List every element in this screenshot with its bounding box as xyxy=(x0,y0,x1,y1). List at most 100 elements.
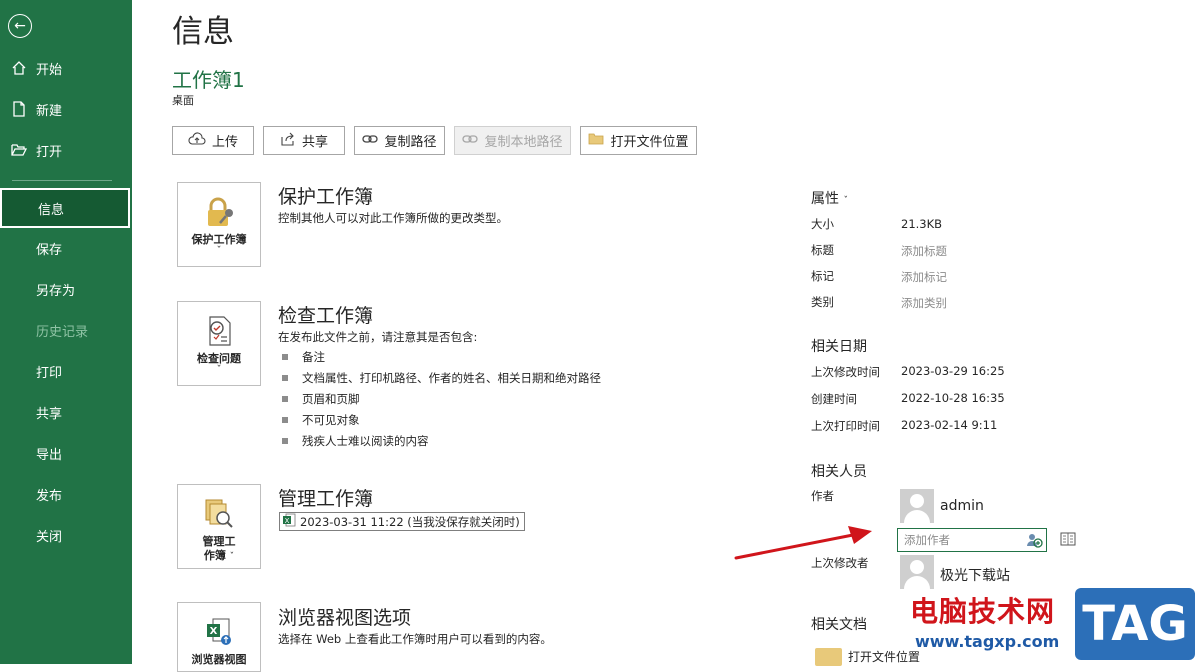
browser-description: 选择在 Web 上查看此工作簿时用户可以看到的内容。 xyxy=(278,632,552,646)
nav-history-label: 历史记录 xyxy=(36,324,89,340)
avatar xyxy=(900,489,934,523)
title-label: 标题 xyxy=(811,243,834,257)
open-file-location-label: 打开文件位置 xyxy=(610,135,689,150)
browser-view-tile[interactable]: X 浏览器视图 xyxy=(177,602,261,672)
nav-print-label: 打印 xyxy=(36,365,63,381)
copy-path-button[interactable]: 复制路径 xyxy=(354,126,445,155)
nav-home[interactable]: 开始 xyxy=(0,49,132,87)
upload-button[interactable]: 上传 xyxy=(172,126,254,155)
address-book-icon[interactable] xyxy=(1060,532,1076,546)
manage-heading: 管理工作簿 xyxy=(278,488,374,510)
workbook-name: 工作簿1 xyxy=(172,68,245,92)
back-arrow-icon[interactable]: ← xyxy=(8,14,32,38)
protect-heading: 保护工作簿 xyxy=(278,186,374,208)
people-picker-icon[interactable] xyxy=(1026,532,1043,549)
add-author-input[interactable]: 添加作者 xyxy=(897,528,1047,552)
folder-open-icon xyxy=(11,142,27,158)
browser-heading: 浏览器视图选项 xyxy=(278,607,412,629)
chevron-down-icon: ˇ xyxy=(216,246,222,256)
nav-home-label: 开始 xyxy=(36,62,63,78)
home-icon xyxy=(11,60,27,76)
nav-save-as-label: 另存为 xyxy=(36,283,76,299)
related-dates-heading: 相关日期 xyxy=(811,339,867,355)
related-people-heading: 相关人员 xyxy=(811,464,867,480)
related-docs-heading: 相关文档 xyxy=(811,617,867,633)
copy-local-path-label: 复制本地路径 xyxy=(484,135,563,150)
folder-icon xyxy=(815,648,842,666)
modified-label: 上次修改时间 xyxy=(811,365,880,379)
version-label: 2023-03-31 11:22 (当我没保存就关闭时) xyxy=(300,514,520,529)
protect-workbook-tile-label: 保护工作簿 xyxy=(191,233,247,246)
watermark-url: www.tagxp.com xyxy=(915,632,1060,651)
chevron-down-icon: ˇ xyxy=(843,196,848,206)
inspect-bullet: 残疾人士难以阅读的内容 xyxy=(282,433,429,449)
properties-heading[interactable]: 属性 ˇ xyxy=(811,188,848,208)
cloud-upload-icon xyxy=(188,131,206,150)
inspect-bullet: 页眉和页脚 xyxy=(282,391,360,407)
category-label: 类别 xyxy=(811,295,834,309)
excel-file-icon: X xyxy=(282,513,296,530)
page-title: 信息 xyxy=(172,14,234,50)
nav-save-as[interactable]: 另存为 xyxy=(0,270,132,308)
created-label: 创建时间 xyxy=(811,392,857,406)
nav-export-label: 导出 xyxy=(36,447,63,463)
avatar xyxy=(900,555,934,589)
category-value[interactable]: 添加类别 xyxy=(901,295,947,311)
new-doc-icon xyxy=(11,101,27,117)
watermark-tag-logo: TAG xyxy=(1075,588,1195,660)
excel-web-icon: X xyxy=(202,615,236,649)
inspect-bullet: 备注 xyxy=(282,349,325,365)
inspect-bullet: 不可见对象 xyxy=(282,412,360,428)
annotation-arrow xyxy=(734,526,872,560)
nav-share[interactable]: 共享 xyxy=(0,393,132,431)
printed-label: 上次打印时间 xyxy=(811,419,880,433)
nav-export[interactable]: 导出 xyxy=(0,434,132,472)
nav-info[interactable]: 信息 xyxy=(0,188,130,228)
check-issues-tile[interactable]: 检查问题 ˇ xyxy=(177,301,261,386)
link-icon xyxy=(362,133,379,148)
chevron-down-icon: ˇ xyxy=(216,365,222,375)
share-icon xyxy=(280,132,296,150)
nav-open[interactable]: 打开 xyxy=(0,131,132,169)
browser-view-tile-label: 浏览器视图 xyxy=(191,653,247,666)
copy-path-label: 复制路径 xyxy=(384,135,437,150)
printed-value: 2023-02-14 9:11 xyxy=(901,418,998,432)
tags-label: 标记 xyxy=(811,269,834,283)
protect-workbook-tile[interactable]: 保护工作簿 ˇ xyxy=(177,182,261,267)
related-open-location-link[interactable]: 打开文件位置 xyxy=(848,648,920,665)
title-value[interactable]: 添加标题 xyxy=(901,243,947,259)
autosave-version-item[interactable]: X 2023-03-31 11:22 (当我没保存就关闭时) xyxy=(279,512,525,531)
nav-open-label: 打开 xyxy=(36,144,63,160)
modified-value: 2023-03-29 16:25 xyxy=(901,364,1005,378)
nav-close-label: 关闭 xyxy=(36,529,63,545)
nav-publish[interactable]: 发布 xyxy=(0,475,132,513)
inspect-document-icon xyxy=(202,314,236,348)
link-icon-disabled xyxy=(462,133,479,148)
copy-local-path-button: 复制本地路径 xyxy=(454,126,571,155)
created-value: 2022-10-28 16:35 xyxy=(901,391,1005,405)
nav-share-label: 共享 xyxy=(36,406,63,422)
size-value: 21.3KB xyxy=(901,217,943,231)
nav-close[interactable]: 关闭 xyxy=(0,516,132,554)
inspect-description: 在发布此文件之前，请注意其是否包含: xyxy=(278,330,478,344)
svg-text:X: X xyxy=(210,626,218,637)
last-modified-by-name: 极光下载站 xyxy=(940,568,1010,584)
share-label: 共享 xyxy=(301,135,328,150)
nav-new[interactable]: 新建 xyxy=(0,90,132,128)
watermark-site-name: 电脑技术网 xyxy=(910,595,1056,628)
nav-publish-label: 发布 xyxy=(36,488,63,504)
chevron-down-icon: ˇ xyxy=(229,552,235,562)
open-file-location-button[interactable]: 打开文件位置 xyxy=(580,126,697,155)
share-button[interactable]: 共享 xyxy=(263,126,345,155)
manage-workbook-tile[interactable]: 管理工 作簿 ˇ xyxy=(177,484,261,569)
backstage-sidebar: ← 开始 新建 打开 信息 保存 另存为 历史记录 打印 共享 导出 发布 关闭 xyxy=(0,0,132,664)
nav-save[interactable]: 保存 xyxy=(0,229,132,267)
nav-history: 历史记录 xyxy=(0,311,132,349)
tags-value[interactable]: 添加标记 xyxy=(901,269,947,285)
workbook-location: 桌面 xyxy=(172,94,194,107)
protect-description: 控制其他人可以对此工作簿所做的更改类型。 xyxy=(278,211,508,225)
nav-print[interactable]: 打印 xyxy=(0,352,132,390)
check-issues-tile-label: 检查问题 xyxy=(197,352,241,365)
upload-label: 上传 xyxy=(211,135,238,150)
inspect-heading: 检查工作簿 xyxy=(278,305,374,327)
